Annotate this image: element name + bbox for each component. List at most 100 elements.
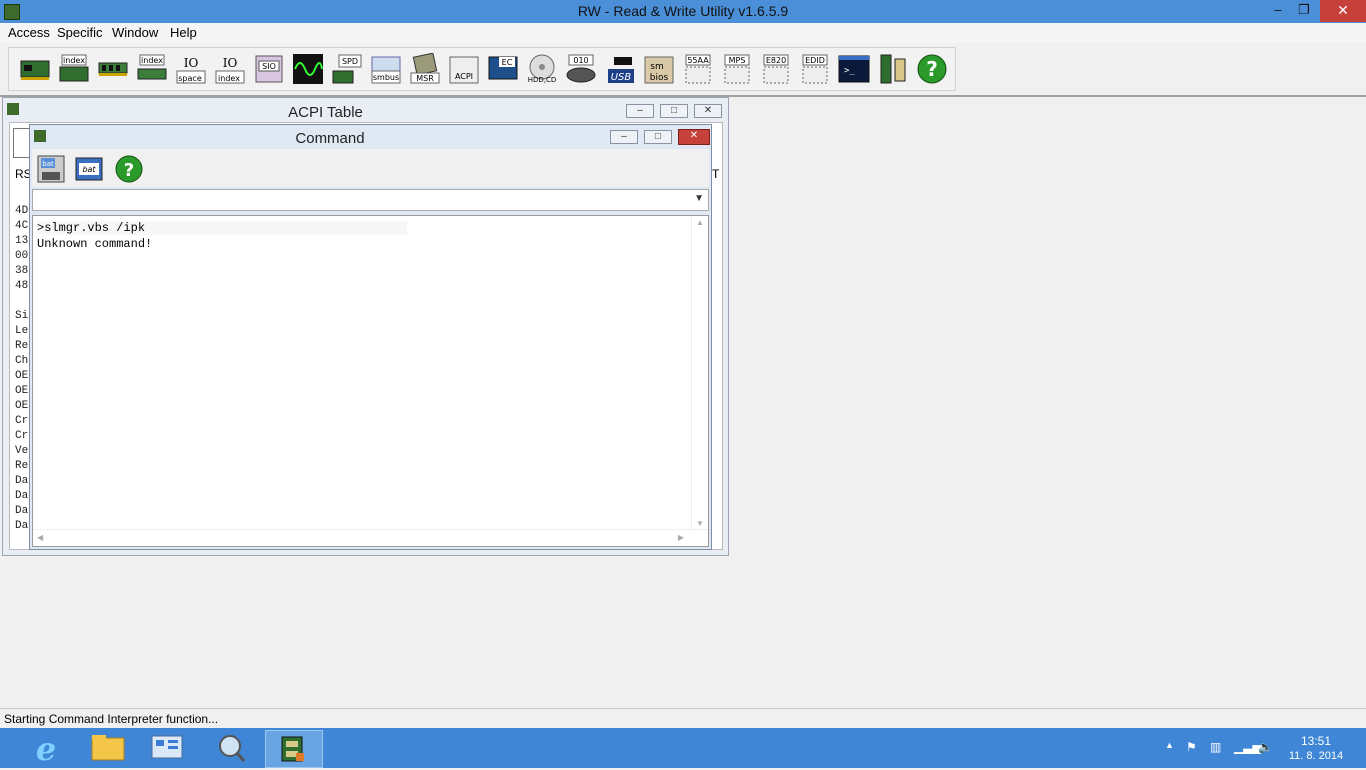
svg-text:IO: IO [223, 56, 238, 70]
taskbar-control-panel[interactable] [140, 730, 196, 766]
scroll-up-icon[interactable]: ▲ [696, 218, 704, 227]
ec-icon[interactable]: EC [487, 53, 519, 85]
svg-text:index: index [218, 74, 240, 83]
acpi-icon[interactable]: ACPI [448, 53, 480, 85]
smbus-icon[interactable]: smbus [370, 53, 402, 85]
rw-utility-icon [281, 736, 304, 762]
vertical-scrollbar[interactable]: ▲ ▼ [691, 216, 708, 530]
taskbar: e ▲ ⚑ ▥ ▁▃▅ 🔈 13:51 11. 8. 2014 [0, 728, 1366, 768]
device-icon[interactable]: ▥ [1210, 740, 1221, 754]
acpi-field-line: Da [15, 505, 29, 517]
svg-text:e: e [36, 730, 56, 766]
command-maximize-button[interactable]: □ [644, 130, 672, 144]
taskbar-search-app[interactable] [204, 730, 260, 766]
svg-text:?: ? [926, 57, 938, 81]
svg-text:smbus: smbus [373, 73, 399, 82]
svg-text:55AA: 55AA [687, 56, 709, 65]
status-bar: Starting Command Interpreter function... [0, 708, 1366, 729]
acpi-field-line: Ch [15, 355, 29, 367]
memory-icon[interactable] [97, 53, 129, 85]
volume-icon[interactable]: 🔈 [1258, 740, 1273, 754]
close-button[interactable]: ✕ [1320, 0, 1366, 22]
acpi-close-button[interactable]: ✕ [694, 104, 722, 118]
pci-index-icon[interactable]: index [58, 53, 90, 85]
console-line: Unknown command! [37, 237, 153, 251]
usb-icon[interactable]: USB [604, 53, 636, 85]
scroll-right-icon[interactable]: ▶ [678, 533, 684, 542]
acpi-hex-line: 48 [15, 280, 29, 292]
acpi-maximize-button[interactable]: □ [660, 104, 688, 118]
clock-date[interactable]: 11. 8. 2014 [1288, 750, 1344, 762]
spd-icon[interactable]: SPD [331, 53, 363, 85]
acpi-minimize-button[interactable]: – [626, 104, 654, 118]
svg-text:E820: E820 [766, 56, 786, 65]
edid-icon[interactable]: EDID [799, 53, 831, 85]
command-combo-box[interactable]: ▼ [32, 189, 709, 211]
mps-icon[interactable]: MPS [721, 53, 753, 85]
taskbar-rw-utility[interactable] [265, 730, 323, 768]
menu-bar: Access Specific Window Help [0, 23, 1366, 43]
sio-icon[interactable]: SIO [253, 53, 285, 85]
app-title-bar[interactable]: RW - Read & Write Utility v1.6.5.9 – ❐ ✕ [0, 0, 1366, 23]
horizontal-scrollbar[interactable]: ◀ ▶ [33, 529, 708, 546]
memory-index-icon[interactable]: index [136, 53, 168, 85]
restore-button[interactable]: ❐ [1292, 0, 1316, 22]
acpi-field-line: Cr [15, 415, 29, 427]
load-bat-icon[interactable]: bat [74, 154, 104, 184]
cmos-icon[interactable]: 010 [565, 53, 597, 85]
acpi-field-line: OE [15, 400, 29, 412]
command-minimize-button[interactable]: – [610, 130, 638, 144]
acpi-field-line: Ve [15, 445, 29, 457]
svg-text:EC: EC [502, 58, 513, 67]
menu-access[interactable]: Access [8, 25, 50, 40]
command-console[interactable]: >slmgr.vbs /ipk Unknown command! ▲ ▼ ◀ ▶ [32, 215, 709, 547]
taskbar-internet-explorer[interactable]: e [20, 730, 72, 768]
clock-time[interactable]: 13:51 [1288, 734, 1344, 748]
tray-expand-icon[interactable]: ▲ [1165, 740, 1174, 750]
menu-specific[interactable]: Specific [57, 25, 103, 40]
svg-text:IO: IO [184, 56, 199, 70]
menu-help[interactable]: Help [170, 25, 197, 40]
status-text: Starting Command Interpreter function... [4, 712, 219, 726]
svg-text:MPS: MPS [729, 56, 746, 65]
acpi-tab-right[interactable]: T [712, 167, 719, 181]
save-bat-icon[interactable]: bat [36, 154, 66, 184]
scroll-left-icon[interactable]: ◀ [37, 533, 43, 542]
taskbar-file-explorer[interactable] [80, 730, 136, 766]
acpi-field-line: Re [15, 460, 29, 472]
55aa-icon[interactable]: 55AA [682, 53, 714, 85]
menu-window[interactable]: Window [112, 25, 158, 40]
svg-text:?: ? [124, 160, 134, 181]
chevron-down-icon[interactable]: ▼ [694, 193, 704, 204]
svg-text:SIO: SIO [262, 62, 276, 71]
svg-text:bat: bat [82, 165, 96, 174]
acpi-field-line: Da [15, 490, 29, 502]
io-space-icon[interactable]: IO space [175, 53, 207, 85]
svg-text:EDID: EDID [805, 56, 825, 65]
hdd-cd-icon[interactable]: HDD,CD [526, 53, 558, 85]
pci-bus-icon[interactable] [877, 53, 909, 85]
acpi-window-title: ACPI Table [288, 104, 363, 121]
command-icon[interactable]: >_ [838, 53, 870, 85]
minimize-button[interactable]: – [1266, 0, 1290, 22]
scroll-down-icon[interactable]: ▼ [696, 519, 704, 528]
pci-icon[interactable] [19, 53, 51, 85]
help-icon[interactable]: ? [916, 53, 948, 85]
internet-explorer-icon: e [36, 730, 56, 768]
acpi-field-line: OE [15, 385, 29, 397]
svg-text:index: index [63, 56, 85, 65]
action-center-icon[interactable]: ⚑ [1186, 740, 1197, 754]
svg-text:>_: >_ [844, 66, 855, 76]
e820-icon[interactable]: E820 [760, 53, 792, 85]
command-window[interactable]: Command – □ ✕ bat bat ? ▼ >slmgr.vbs /ip… [29, 124, 712, 550]
command-close-button[interactable]: ✕ [678, 129, 710, 145]
smbios-icon[interactable]: smbios [643, 53, 675, 85]
svg-text:010: 010 [573, 56, 588, 65]
command-help-icon[interactable]: ? [114, 154, 144, 184]
io-index-icon[interactable]: IO index [214, 53, 246, 85]
waveform-icon[interactable] [292, 53, 324, 85]
acpi-field-line: Da [15, 475, 29, 487]
msr-icon[interactable]: MSR [409, 53, 441, 85]
svg-text:bios: bios [650, 73, 669, 83]
svg-text:MSR: MSR [416, 74, 434, 83]
